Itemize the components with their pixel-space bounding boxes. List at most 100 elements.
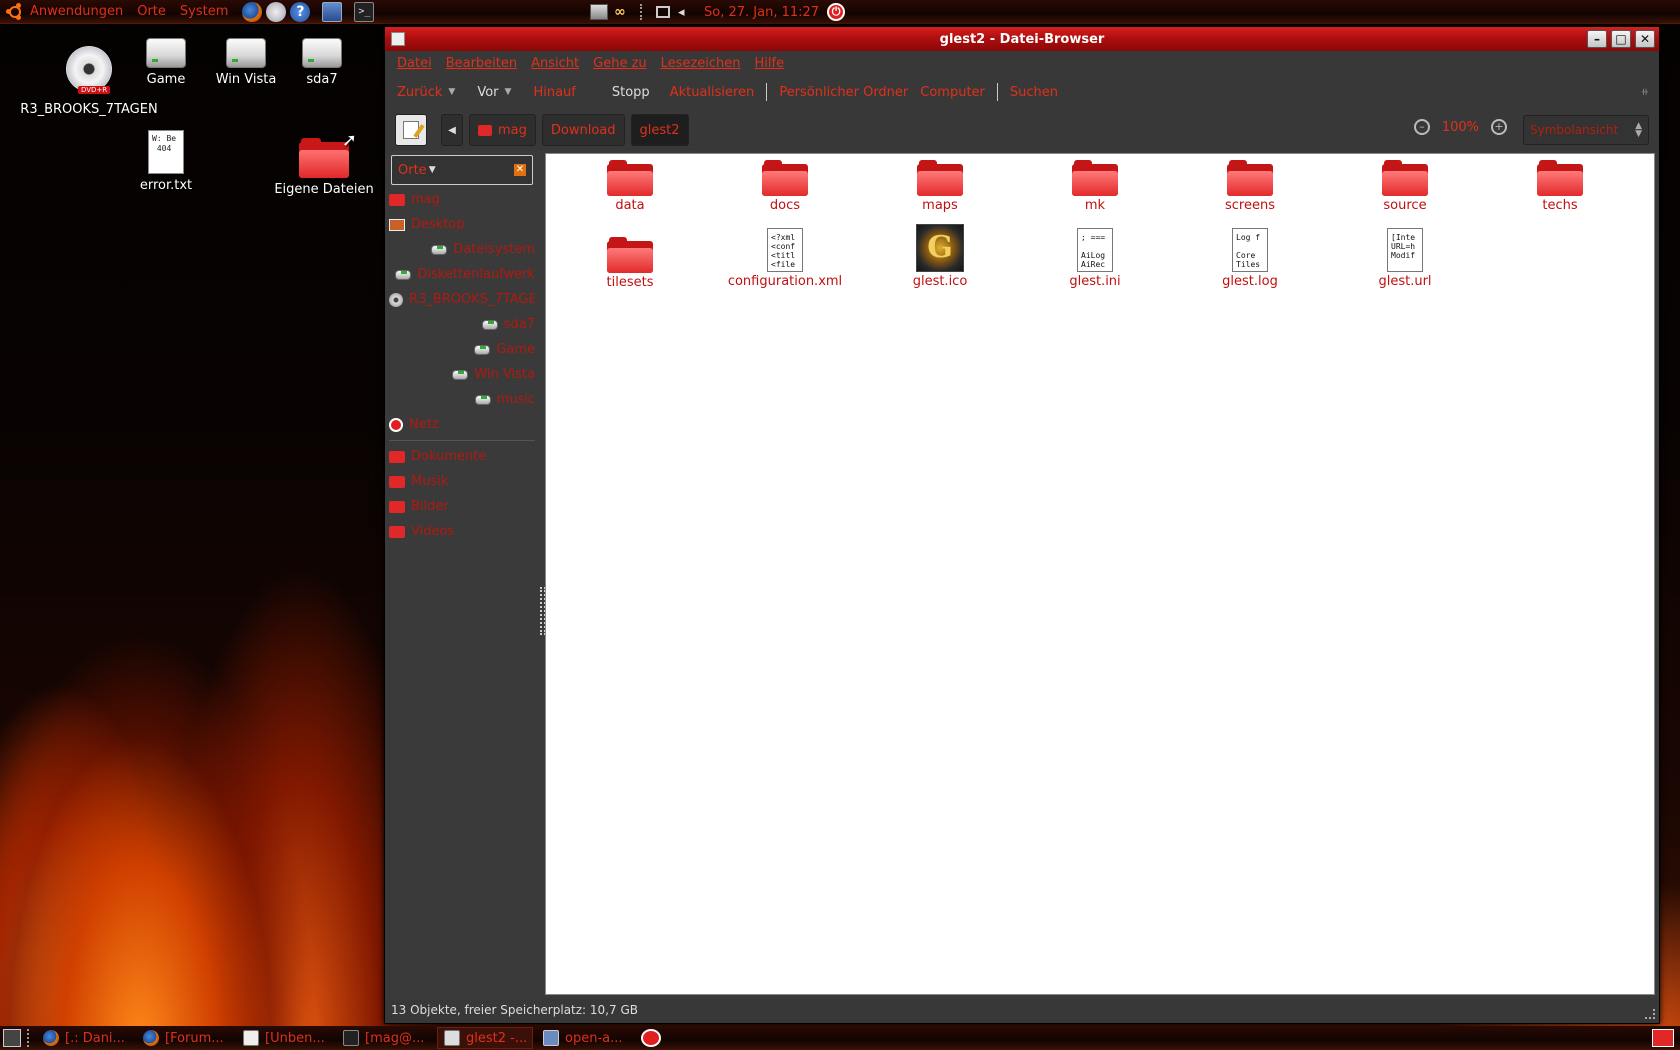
- file-label: tilesets: [606, 275, 654, 290]
- folder-link-icon: ➚: [299, 130, 357, 178]
- view-mode-select[interactable]: Symbolansicht ▲ ▼: [1523, 115, 1649, 145]
- sidebar-item-floppy[interactable]: Diskettenlaufwerk: [389, 262, 535, 287]
- zoom-out-icon[interactable]: –: [1413, 119, 1430, 135]
- file-view[interactable]: data docs maps mk screens source techs t…: [545, 153, 1655, 995]
- stop-button[interactable]: Stopp: [612, 85, 650, 100]
- terminal-icon[interactable]: >_: [354, 1, 375, 22]
- window-app-icon[interactable]: [391, 32, 405, 46]
- close-button[interactable]: ✕: [1635, 30, 1655, 48]
- file-item-glest-ini[interactable]: ; === AiLog AiRec glest.ini: [1025, 228, 1165, 289]
- ubuntu-logo-icon[interactable]: [6, 2, 24, 21]
- sidebar-item-music-drive[interactable]: music: [389, 387, 535, 412]
- network-app-icon: [543, 1030, 559, 1046]
- file-item-techs[interactable]: techs: [1490, 160, 1630, 213]
- resize-grip-icon[interactable]: [1645, 1009, 1655, 1019]
- file-item-data[interactable]: data: [560, 160, 700, 213]
- window-list-icon[interactable]: [656, 6, 670, 18]
- zoom-level[interactable]: 100%: [1442, 120, 1479, 135]
- home-button[interactable]: Persönlicher Ordner: [779, 85, 908, 100]
- zoom-in-icon[interactable]: +: [1491, 119, 1507, 135]
- sidebar-item-network[interactable]: Netz: [389, 412, 535, 437]
- task-firefox-2[interactable]: [Forum...: [137, 1027, 233, 1049]
- back-button[interactable]: Zurück: [397, 85, 442, 100]
- file-item-configuration-xml[interactable]: <?xml <conf <titl <file configuration.xm…: [715, 228, 855, 289]
- tray-grip[interactable]: [640, 4, 644, 20]
- forward-history-arrow-icon[interactable]: ▼: [505, 87, 512, 97]
- sidebar-item-documents[interactable]: Dokumente: [389, 444, 535, 469]
- file-item-glest-log[interactable]: Log f Core Tiles glest.log: [1180, 228, 1320, 289]
- back-history-arrow-icon[interactable]: ▼: [448, 87, 455, 97]
- desktop-icon-error-txt[interactable]: W: Be 404 error.txt: [136, 130, 196, 193]
- volume-icon[interactable]: ◂: [678, 5, 692, 20]
- file-item-mk[interactable]: mk: [1025, 160, 1165, 213]
- minimize-button[interactable]: –: [1587, 30, 1607, 48]
- sidebar-item-game[interactable]: Game: [389, 337, 535, 362]
- menu-bookmarks[interactable]: Lesezeichen: [661, 56, 741, 71]
- firefox-icon[interactable]: [242, 1, 263, 22]
- toggle-location-entry-button[interactable]: [395, 114, 427, 146]
- file-item-glest-url[interactable]: [Inte URL=h Modif glest.url: [1335, 228, 1475, 289]
- path-scroll-left-button[interactable]: ◀: [441, 114, 463, 146]
- menu-go[interactable]: Gehe zu: [593, 56, 647, 71]
- task-open-a[interactable]: open-a...: [537, 1027, 633, 1049]
- menu-file[interactable]: Datei: [397, 56, 432, 71]
- task-editor[interactable]: [Unben...: [237, 1027, 333, 1049]
- computer-button[interactable]: Computer: [920, 85, 985, 100]
- breadcrumb-glest2[interactable]: glest2: [630, 114, 689, 146]
- reload-button[interactable]: Aktualisieren: [670, 85, 755, 100]
- screenshot-icon[interactable]: [322, 1, 343, 22]
- drive-icon: [146, 38, 186, 68]
- top-panel: Anwendungen Orte System ? >_ ∞ ◂ So, 27.…: [0, 0, 1680, 24]
- folder-icon: [607, 160, 653, 196]
- menu-applications[interactable]: Anwendungen: [30, 4, 123, 19]
- file-item-tilesets[interactable]: tilesets: [560, 237, 700, 290]
- breadcrumb-mag[interactable]: mag: [469, 114, 536, 146]
- file-item-source[interactable]: source: [1335, 160, 1475, 213]
- desktop-icon-game[interactable]: Game: [136, 34, 196, 87]
- forward-button[interactable]: Vor: [477, 85, 498, 100]
- sidebar-item-pictures[interactable]: Bilder: [389, 494, 535, 519]
- floppy-icon: [395, 269, 412, 280]
- window-titlebar[interactable]: glest2 - Datei-Browser – □ ✕: [385, 27, 1659, 51]
- search-button[interactable]: Suchen: [1010, 85, 1058, 100]
- file-item-screens[interactable]: screens: [1180, 160, 1320, 213]
- file-item-maps[interactable]: maps: [870, 160, 1010, 213]
- file-label: techs: [1542, 198, 1578, 213]
- show-desktop-button[interactable]: [3, 1029, 21, 1047]
- clock[interactable]: So, 27. Jan, 11:27: [704, 5, 819, 20]
- menu-places[interactable]: Orte: [137, 4, 166, 19]
- menu-view[interactable]: Ansicht: [531, 56, 579, 71]
- keys-icon[interactable]: ∞: [614, 4, 634, 20]
- file-item-glest-ico[interactable]: G glest.ico: [870, 224, 1010, 289]
- desktop-icon-win-vista[interactable]: Win Vista: [206, 34, 286, 87]
- menu-system[interactable]: System: [180, 4, 228, 19]
- close-side-pane-icon[interactable]: ✕: [514, 164, 526, 176]
- maximize-button[interactable]: □: [1611, 30, 1631, 48]
- sidebar-item-desktop[interactable]: Desktop: [389, 212, 535, 237]
- menu-edit[interactable]: Bearbeiten: [446, 56, 517, 71]
- task-terminal[interactable]: [mag@...: [337, 1027, 433, 1049]
- mail-icon[interactable]: [266, 1, 287, 22]
- sidebar-item-sda7[interactable]: sda7: [389, 312, 535, 337]
- trash-icon[interactable]: [1652, 1029, 1674, 1047]
- sidebar-item-music[interactable]: Musik: [389, 469, 535, 494]
- desktop-icon-sda7[interactable]: sda7: [292, 34, 352, 87]
- network-status-icon[interactable]: [641, 1029, 661, 1047]
- sidebar-item-home[interactable]: mag: [389, 187, 535, 212]
- up-button[interactable]: Hinauf: [533, 85, 575, 100]
- menu-help[interactable]: Hilfe: [755, 56, 785, 71]
- sidebar-item-dvd[interactable]: R3_BROOKS_7TAGEN: [389, 287, 535, 312]
- taskbar-grip[interactable]: [27, 1029, 31, 1047]
- side-pane-selector[interactable]: Orte ▼ ✕: [391, 155, 533, 185]
- power-icon[interactable]: ⏻: [827, 3, 846, 21]
- breadcrumb-download[interactable]: Download: [541, 114, 625, 146]
- sidebar-item-filesystem[interactable]: Dateisystem: [389, 237, 535, 262]
- file-item-docs[interactable]: docs: [715, 160, 855, 213]
- sidebar-item-win-vista[interactable]: Win Vista: [389, 362, 535, 387]
- network-icon[interactable]: [590, 4, 608, 20]
- help-icon[interactable]: ?: [290, 1, 311, 22]
- sidebar-item-videos[interactable]: Videos: [389, 519, 535, 544]
- desktop-icon-eigene-dateien[interactable]: ➚ Eigene Dateien: [272, 130, 376, 197]
- task-file-browser[interactable]: glest2 -...: [437, 1027, 533, 1049]
- task-firefox-1[interactable]: [.: Dani...: [37, 1027, 133, 1049]
